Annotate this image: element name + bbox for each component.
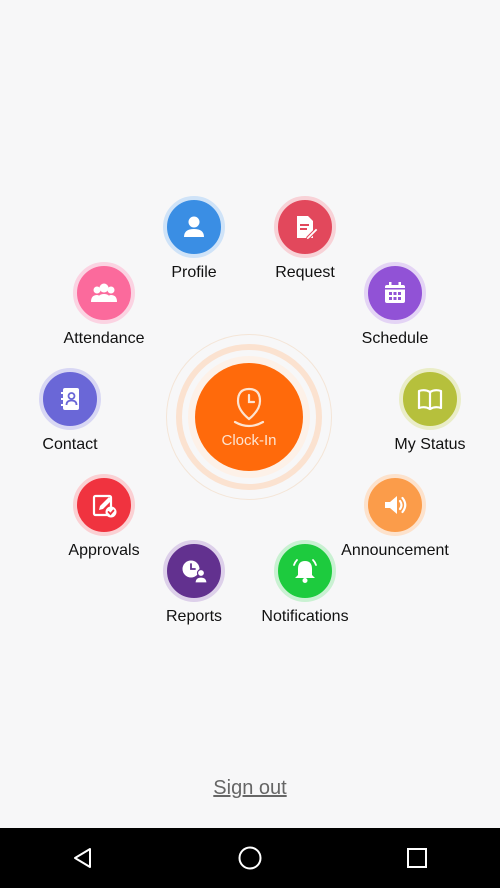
menu-item-schedule[interactable]: Schedule	[325, 262, 465, 348]
notifications-button[interactable]	[274, 540, 336, 602]
location-clock-icon	[233, 387, 265, 427]
menu-label-contact: Contact	[42, 436, 98, 453]
clock-in-button[interactable]: Clock-In	[195, 363, 303, 471]
my-status-button[interactable]	[399, 368, 461, 430]
menu-item-contact[interactable]: Contact	[0, 368, 140, 454]
menu-item-attendance[interactable]: Attendance	[34, 262, 174, 348]
back-button[interactable]	[28, 828, 138, 888]
recents-button[interactable]	[362, 828, 472, 888]
speaker-icon	[385, 496, 407, 514]
book-icon	[417, 389, 443, 411]
contact-button[interactable]	[39, 368, 101, 430]
attendance-button[interactable]	[73, 262, 135, 324]
calendar-icon	[385, 282, 405, 303]
menu-label-my-status: My Status	[394, 436, 466, 453]
home-icon	[238, 846, 262, 870]
schedule-button[interactable]	[364, 262, 426, 324]
home-button[interactable]	[195, 828, 305, 888]
contact-book-icon	[61, 388, 79, 410]
menu-item-my-status[interactable]: My Status	[360, 368, 500, 454]
request-button[interactable]	[274, 196, 336, 258]
back-icon	[74, 848, 92, 868]
document-edit-icon	[297, 216, 319, 241]
person-icon	[184, 216, 204, 237]
sign-out-link[interactable]: Sign out	[0, 777, 500, 800]
profile-button[interactable]	[163, 196, 225, 258]
announcement-button[interactable]	[364, 474, 426, 536]
system-navigation-bar	[0, 828, 500, 888]
reports-icon	[182, 560, 208, 584]
menu-label-attendance: Attendance	[63, 330, 145, 347]
menu-label-notifications: Notifications	[261, 608, 349, 625]
reports-button[interactable]	[163, 540, 225, 602]
recents-icon	[406, 848, 427, 868]
approval-icon	[92, 494, 117, 518]
group-icon	[91, 283, 117, 302]
bell-icon	[293, 559, 317, 583]
menu-item-notifications[interactable]: Notifications	[235, 540, 375, 626]
approvals-button[interactable]	[73, 474, 135, 536]
clock-in-widget: Clock-In	[166, 334, 332, 500]
clock-in-label: Clock-In	[221, 431, 277, 449]
menu-label-schedule: Schedule	[361, 330, 429, 347]
